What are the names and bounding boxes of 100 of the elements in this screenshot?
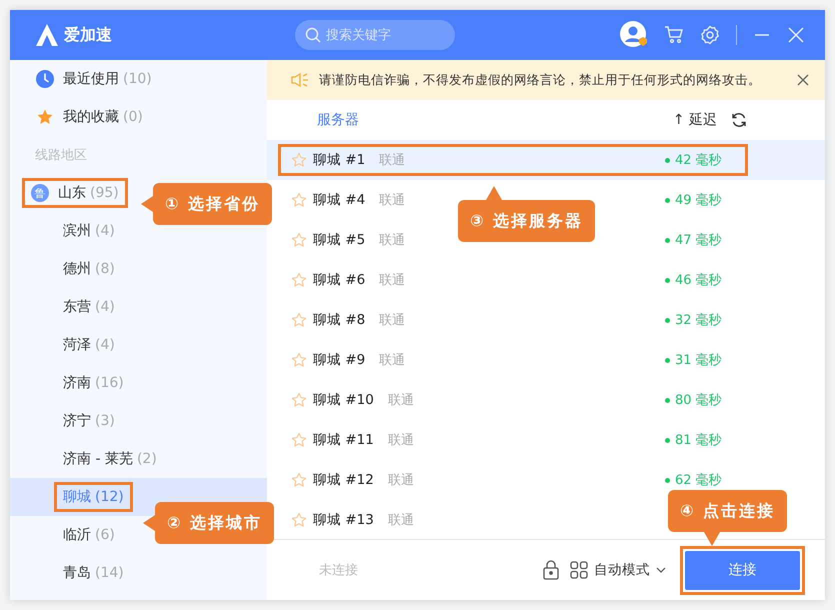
sidebar-item-label: 我的收藏 (0) bbox=[63, 108, 143, 126]
sidebar-item[interactable]: 最近使用 (10) bbox=[27, 64, 161, 94]
step-tooltip: ① 选择省份 bbox=[153, 183, 272, 225]
status-dot bbox=[665, 158, 670, 162]
notice-text: 请谨防电信诈骗，不得发布虚假的网络言论，禁止用于任何形式的网络攻击。 bbox=[319, 72, 761, 88]
status-dot bbox=[665, 438, 670, 442]
pointer-tooltip bbox=[143, 515, 155, 531]
status-dot bbox=[665, 238, 670, 242]
city-row[interactable]: 济南 (16) bbox=[10, 364, 267, 402]
close-icon[interactable] bbox=[797, 74, 809, 86]
status-dot bbox=[665, 358, 670, 362]
server-name: 聊城 #1 bbox=[313, 151, 366, 169]
server-isp: 联通 bbox=[379, 152, 406, 169]
city-item[interactable]: 青岛 (14) bbox=[54, 558, 133, 588]
province-badge: 鲁 bbox=[31, 184, 49, 202]
star-icon[interactable] bbox=[291, 352, 307, 368]
city-row[interactable]: 青岛 (14) bbox=[10, 554, 267, 592]
sidebar-item-label: 最近使用 (10) bbox=[63, 70, 152, 88]
province-label: 山东 (95) bbox=[58, 184, 119, 202]
city-item[interactable]: 菏泽 (4) bbox=[54, 330, 124, 360]
server-isp: 联通 bbox=[379, 192, 406, 209]
city-row[interactable]: 济宁 (3) bbox=[10, 402, 267, 440]
city-row[interactable]: 东营 (4) bbox=[10, 288, 267, 326]
step-tooltip: ④ 点击连接 bbox=[668, 490, 788, 532]
city-item[interactable]: 东营 (4) bbox=[54, 292, 124, 322]
city-item[interactable]: 济南 (16) bbox=[54, 368, 133, 398]
cart-icon[interactable] bbox=[664, 25, 684, 45]
settings-icon[interactable] bbox=[700, 25, 720, 45]
server-isp: 联通 bbox=[388, 512, 414, 529]
province-item[interactable]: 鲁 山东 (95) bbox=[22, 178, 128, 208]
step-tooltip: ② 选择城市 bbox=[155, 502, 274, 544]
status-dot bbox=[665, 278, 670, 282]
latency-value: 32 毫秒 bbox=[675, 312, 722, 329]
logo-icon bbox=[34, 23, 60, 47]
latency-value: 47 毫秒 bbox=[675, 232, 722, 249]
server-name: 聊城 #12 bbox=[313, 471, 374, 489]
star-icon bbox=[36, 108, 54, 126]
server-isp: 联通 bbox=[379, 272, 406, 289]
star-icon[interactable] bbox=[291, 272, 307, 288]
section-title: 线路地区 bbox=[35, 147, 87, 164]
latency-value: 80 毫秒 bbox=[675, 392, 722, 409]
city-row[interactable]: 菏泽 (4) bbox=[10, 326, 267, 364]
server-isp: 联通 bbox=[379, 312, 406, 329]
city-item[interactable]: 德州 (8) bbox=[54, 254, 124, 284]
status-dot bbox=[665, 318, 670, 322]
sidebar-item[interactable]: 我的收藏 (0) bbox=[27, 102, 152, 132]
server-row[interactable]: 聊城 #1 联通 42 毫秒 bbox=[267, 140, 825, 180]
status-dot bbox=[665, 198, 670, 202]
server-name: 聊城 #6 bbox=[313, 271, 366, 289]
clock-icon bbox=[36, 70, 54, 88]
server-name: 聊城 #11 bbox=[313, 431, 374, 449]
latency-value: 81 毫秒 bbox=[675, 432, 722, 449]
star-icon[interactable] bbox=[291, 312, 307, 328]
status-dot bbox=[665, 398, 670, 402]
connection-status: 未连接 bbox=[319, 562, 358, 579]
search-icon bbox=[305, 27, 321, 43]
server-isp: 联通 bbox=[388, 432, 414, 449]
star-icon[interactable] bbox=[291, 192, 307, 208]
server-name: 聊城 #9 bbox=[313, 351, 366, 369]
pointer-tooltip bbox=[486, 186, 502, 200]
refresh-icon[interactable] bbox=[731, 112, 747, 128]
server-name: 聊城 #13 bbox=[313, 511, 374, 529]
lock-icon[interactable] bbox=[542, 560, 560, 580]
server-name: 聊城 #5 bbox=[313, 231, 366, 249]
star-icon[interactable] bbox=[291, 392, 307, 408]
pointer-tooltip bbox=[141, 196, 153, 212]
star-icon[interactable] bbox=[291, 512, 307, 528]
chevron-icon bbox=[656, 565, 666, 575]
latency-value: 31 毫秒 bbox=[675, 352, 722, 369]
latency-value: 62 毫秒 bbox=[675, 472, 722, 489]
latency-value: 42 毫秒 bbox=[675, 152, 722, 169]
status-dot bbox=[665, 478, 670, 482]
sort-button[interactable]: ↑ 延迟 bbox=[672, 111, 717, 129]
app-name: 爱加速 bbox=[64, 24, 112, 46]
connect-button[interactable]: 连接 bbox=[685, 550, 800, 590]
latency-value: 46 毫秒 bbox=[675, 272, 722, 289]
star-icon[interactable] bbox=[291, 472, 307, 488]
star-icon[interactable] bbox=[291, 152, 307, 168]
server-isp: 联通 bbox=[388, 392, 414, 409]
star-icon[interactable] bbox=[291, 432, 307, 448]
latency-value: 49 毫秒 bbox=[675, 192, 722, 209]
city-item[interactable]: 济宁 (3) bbox=[54, 406, 124, 436]
city-row[interactable]: 济南 - 莱芜 (2) bbox=[10, 440, 267, 478]
server-isp: 联通 bbox=[379, 232, 406, 249]
server-name: 聊城 #8 bbox=[313, 311, 366, 329]
speaker-icon bbox=[291, 72, 309, 88]
server-name: 聊城 #10 bbox=[313, 391, 374, 409]
server-name: 聊城 #4 bbox=[313, 191, 366, 209]
city-row[interactable]: 德州 (8) bbox=[10, 250, 267, 288]
server-isp: 联通 bbox=[379, 352, 406, 369]
city-item[interactable]: 济南 - 莱芜 (2) bbox=[54, 444, 166, 474]
step-tooltip: ③ 选择服务器 bbox=[458, 200, 596, 242]
star-icon[interactable] bbox=[291, 232, 307, 248]
city-item[interactable]: 滨州 (4) bbox=[54, 216, 124, 246]
avatar-button[interactable] bbox=[620, 21, 648, 49]
server-isp: 联通 bbox=[388, 472, 414, 489]
city-item[interactable]: 临沂 (6) bbox=[54, 520, 124, 550]
mode-dropdown[interactable]: 自动模式 bbox=[570, 561, 666, 579]
column-title[interactable]: 服务器 bbox=[317, 111, 359, 129]
grid-icon bbox=[570, 561, 588, 579]
